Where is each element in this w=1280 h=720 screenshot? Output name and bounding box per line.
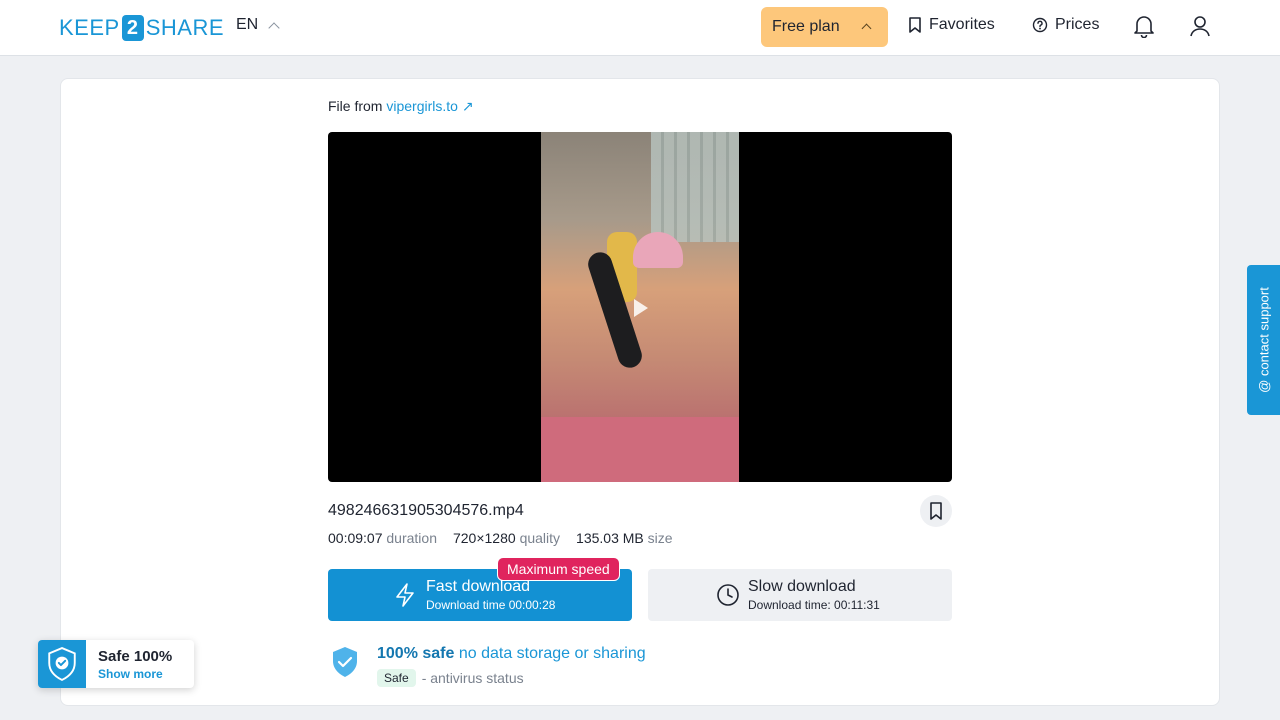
plan-dropdown[interactable]: Free plan (761, 7, 888, 47)
safety-strong: 100% safe (377, 645, 455, 662)
show-more-link[interactable]: Show more (98, 667, 163, 681)
clock-icon (717, 584, 739, 606)
antivirus-status-text: - antivirus status (421, 670, 524, 686)
file-name: 498246631905304576.mp4 (328, 502, 524, 519)
bookmark-icon (930, 502, 942, 520)
help-circle-icon (1032, 17, 1048, 33)
language-label: EN (236, 16, 259, 33)
antivirus-status: Safe - antivirus status (377, 669, 524, 687)
shield-check-icon (48, 647, 76, 681)
safe-pill: Safe (377, 669, 416, 687)
slow-download-button[interactable]: Slow download Download time: 00:11:31 (648, 569, 952, 621)
duration-item: 00:09:07 duration (328, 530, 437, 546)
logo-left: KEEP (59, 15, 120, 40)
favorites-label: Favorites (929, 16, 995, 33)
chevron-up-icon (861, 23, 872, 34)
file-from-label: File from (328, 98, 383, 114)
language-selector[interactable]: EN (236, 16, 280, 34)
contact-support-tab[interactable]: @ contact support (1247, 265, 1280, 415)
bell-icon[interactable] (1133, 14, 1155, 38)
chevron-up-icon (268, 21, 280, 34)
top-header: KEEP 2 SHARE EN Free plan Favorites Pric… (0, 0, 1280, 56)
video-preview[interactable] (328, 132, 952, 482)
file-source: File from vipergirls.to ↗ (328, 98, 474, 115)
fast-download-time: Download time 00:00:28 (426, 598, 556, 612)
user-icon[interactable] (1189, 14, 1211, 38)
plan-label: Free plan (772, 18, 840, 35)
quality-item: 720×1280 quality (452, 530, 561, 546)
max-speed-badge: Maximum speed (497, 557, 620, 581)
logo-middle: 2 (121, 15, 144, 41)
bookmark-icon (909, 17, 921, 33)
safety-line: 100% safe no data storage or sharing (377, 645, 646, 663)
source-link[interactable]: vipergirls.to ↗ (386, 98, 473, 114)
logo-right: SHARE (145, 15, 224, 40)
widget-title: Safe 100% (98, 648, 173, 665)
prices-link[interactable]: Prices (1032, 16, 1099, 34)
bolt-icon (396, 583, 414, 607)
add-favorite-button[interactable] (920, 495, 952, 527)
contact-support-label: @ contact support (1256, 287, 1271, 393)
slow-download-time: Download time: 00:11:31 (748, 598, 880, 612)
prices-label: Prices (1055, 16, 1100, 33)
logo[interactable]: KEEP 2 SHARE (59, 14, 224, 42)
safe-widget[interactable]: Safe 100% Show more (38, 640, 194, 688)
widget-icon-box (38, 640, 86, 688)
favorites-link[interactable]: Favorites (908, 16, 995, 34)
slow-download-label: Slow download (748, 578, 856, 595)
safety-rest: no data storage or sharing (458, 645, 646, 662)
size-item: 135.03 MB size (576, 530, 673, 546)
shield-check-icon (333, 647, 357, 677)
file-meta: 00:09:07 duration 720×1280 quality 135.0… (328, 530, 673, 546)
play-icon[interactable] (634, 299, 648, 317)
